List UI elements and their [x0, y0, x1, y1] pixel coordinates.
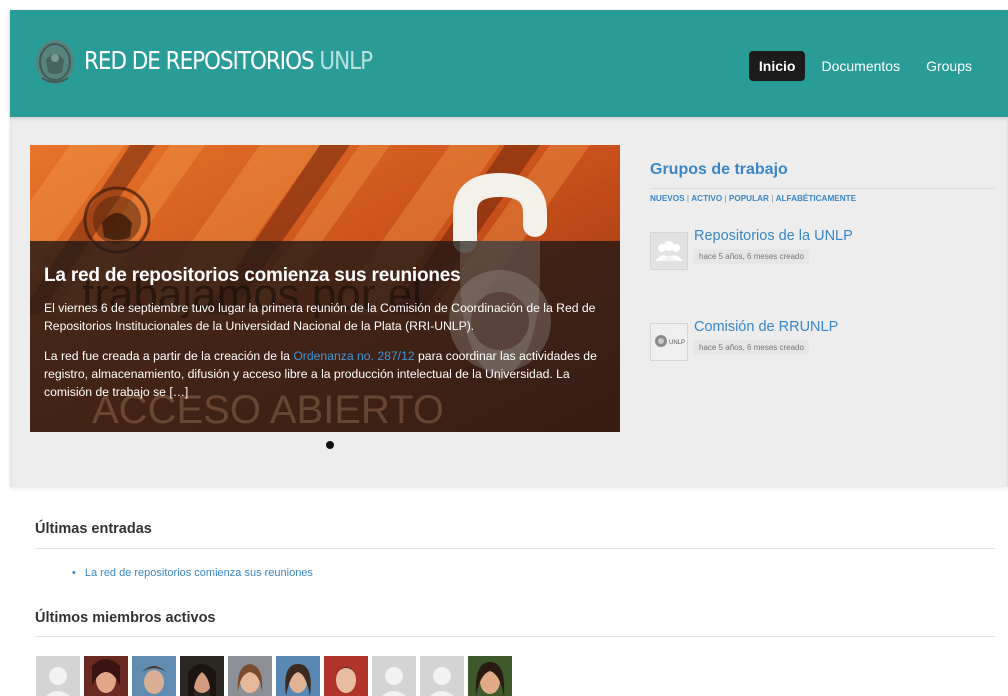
member-avatar[interactable]: [228, 656, 272, 696]
nav-inicio[interactable]: Inicio: [748, 51, 806, 81]
member-photo: [228, 656, 272, 696]
group-people-icon: [651, 233, 687, 269]
slide-paragraph-2-before: La red fue creada a partir de la creació…: [44, 349, 294, 363]
slider-pagination-dot[interactable]: [326, 441, 334, 449]
member-avatar[interactable]: [180, 656, 224, 696]
slide-title[interactable]: La red de repositorios comienza sus reun…: [44, 265, 606, 287]
groups-title: Grupos de trabajo: [650, 161, 788, 178]
slide-paragraph-1: El viernes 6 de septiembre tuvo lugar la…: [44, 301, 596, 333]
member-avatar[interactable]: [324, 656, 368, 696]
filter-activo[interactable]: ACTIVO: [691, 194, 722, 203]
unlp-logo-icon: UNLP: [651, 324, 687, 360]
brand-main: RED DE REPOSITORIOS: [84, 46, 315, 75]
member-photo: [84, 656, 128, 696]
member-avatar[interactable]: [468, 656, 512, 696]
latest-entry-link[interactable]: La red de repositorios comienza sus reun…: [85, 567, 313, 579]
member-photo: [132, 656, 176, 696]
group-name[interactable]: Repositorios de la UNLP: [694, 228, 853, 244]
brand-light: UNLP: [319, 46, 373, 75]
groups-divider: [650, 188, 995, 189]
member-avatar[interactable]: [132, 656, 176, 696]
unlp-seal-icon[interactable]: [34, 38, 76, 86]
slide-paragraph-2: La red fue creada a partir de la creació…: [44, 347, 606, 401]
member-avatar[interactable]: [36, 656, 80, 696]
group-created-meta: hace 5 años, 6 meses creado: [694, 249, 809, 264]
default-avatar-icon: [372, 656, 416, 696]
member-avatar[interactable]: [276, 656, 320, 696]
site-header: RED DE REPOSITORIOS UNLP Inicio Document…: [10, 10, 1008, 117]
latest-entries-divider: [35, 548, 995, 549]
active-members-divider: [35, 636, 995, 637]
nav-documentos[interactable]: Documentos: [811, 51, 910, 81]
member-avatar[interactable]: [84, 656, 128, 696]
slide-caption: trabajamos por el ACCESO ABIERTO La red …: [30, 241, 620, 432]
latest-entries-title: Últimas entradas: [35, 521, 152, 537]
active-members-title: Últimos miembros activos: [35, 610, 216, 626]
latest-entry-item: • La red de repositorios comienza sus reu…: [72, 567, 313, 579]
nav-groups[interactable]: Groups: [916, 51, 982, 81]
ordenanza-link[interactable]: Ordenanza no. 287/12: [293, 349, 414, 363]
default-avatar-icon: [36, 656, 80, 696]
default-avatar-icon: [420, 656, 464, 696]
filter-alfabeticamente[interactable]: ALFABÉTICAMENTE: [776, 194, 857, 203]
group-created-meta: hace 5 años, 6 meses creado: [694, 340, 809, 355]
page: RED DE REPOSITORIOS UNLP Inicio Document…: [0, 0, 1008, 696]
group-name[interactable]: Comisión de RRUNLP: [694, 319, 838, 335]
bullet-icon: •: [72, 567, 76, 579]
featured-slider[interactable]: trabajamos por el ACCESO ABIERTO La red …: [30, 145, 620, 432]
member-avatar[interactable]: [420, 656, 464, 696]
active-members-list: [36, 656, 512, 696]
site-logo-text[interactable]: RED DE REPOSITORIOS UNLP: [84, 46, 373, 75]
group-avatar[interactable]: UNLP: [650, 323, 688, 361]
group-avatar-text: UNLP: [669, 340, 685, 346]
filter-popular[interactable]: POPULAR: [729, 194, 769, 203]
member-photo: [276, 656, 320, 696]
member-avatar[interactable]: [372, 656, 416, 696]
groups-filter-bar: NUEVOS | ACTIVO | POPULAR | ALFABÉTICAME…: [650, 194, 857, 203]
member-photo: [324, 656, 368, 696]
group-avatar[interactable]: [650, 232, 688, 270]
filter-nuevos[interactable]: NUEVOS: [650, 194, 685, 203]
member-photo: [180, 656, 224, 696]
member-photo: [468, 656, 512, 696]
main-nav: Inicio Documentos Groups: [748, 51, 982, 81]
